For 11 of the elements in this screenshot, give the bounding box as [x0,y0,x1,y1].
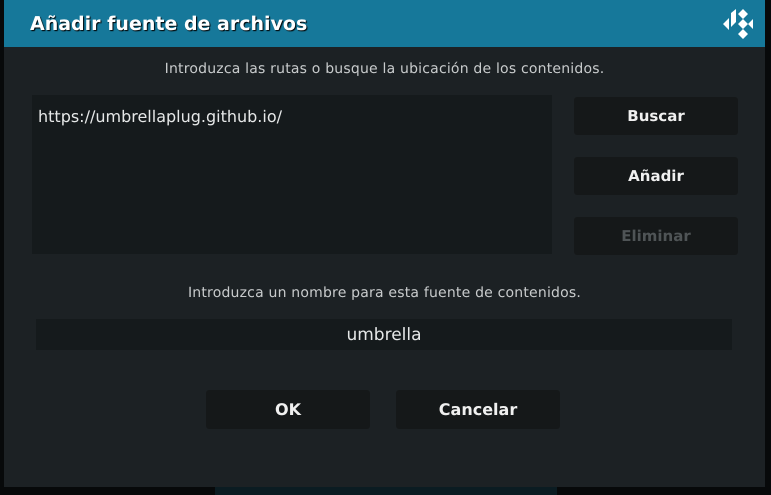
dialog-button[interactable]: Cancelar [396,390,560,429]
path-item[interactable]: https://umbrellaplug.github.io/ [38,107,546,126]
instruction-text: Introduzca las rutas o busque la ubicación de los contenidos. [164,61,606,77]
action-button[interactable]: Añadir [574,157,738,195]
action-button[interactable]: Buscar [574,97,738,135]
paths-list[interactable]: https://umbrellaplug.github.io/ [32,95,552,254]
name-field[interactable]: umbrella [36,319,732,350]
logo-icon [723,8,753,38]
dialog-button[interactable]: OK [206,390,370,429]
instruction-text: Introduzca un nombre para esta fuente de contenidos. [186,285,582,301]
window-title: Añadir fuente de archivos [30,12,308,34]
